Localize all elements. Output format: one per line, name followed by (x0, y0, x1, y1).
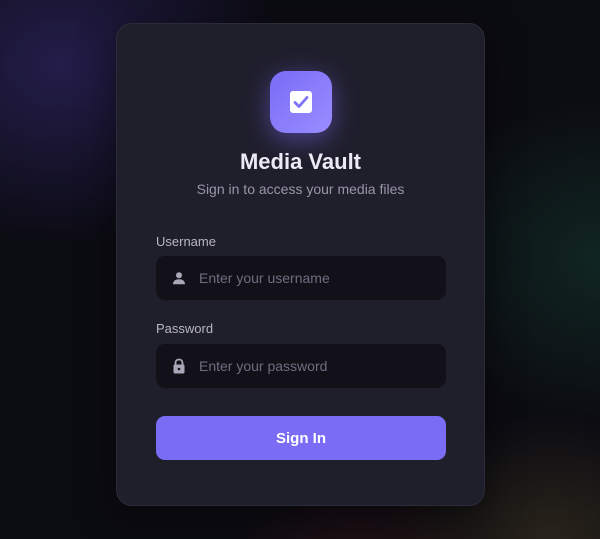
lock-icon (170, 357, 188, 375)
username-input[interactable] (199, 270, 436, 286)
sign-in-button[interactable]: Sign In (156, 416, 446, 460)
page-subtitle: Sign in to access your media files (196, 181, 405, 197)
login-card: Media Vault Sign in to access your media… (116, 23, 485, 506)
page-title: Media Vault (239, 149, 362, 174)
password-field[interactable] (156, 344, 446, 388)
checkbox-icon (290, 91, 312, 113)
username-field[interactable] (156, 256, 446, 300)
password-input[interactable] (199, 358, 436, 374)
app-logo (270, 71, 332, 133)
password-label: Password (156, 321, 214, 336)
user-icon (170, 269, 188, 287)
username-label: Username (156, 234, 216, 249)
